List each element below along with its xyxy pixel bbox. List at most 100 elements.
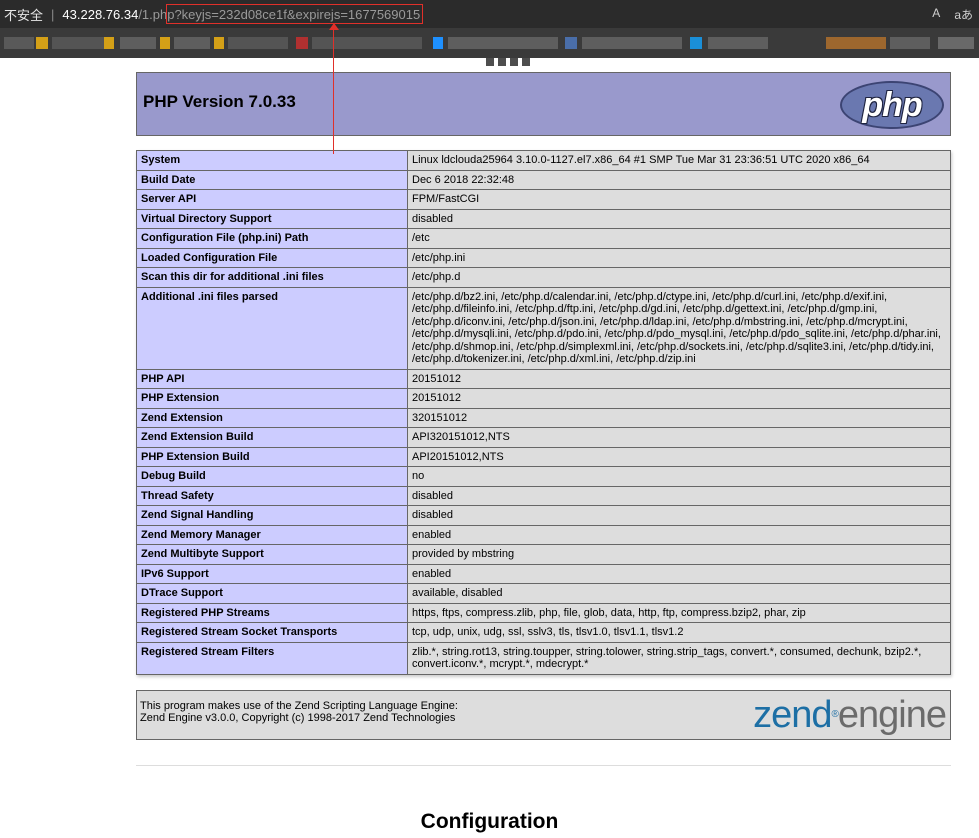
bookmarks-bar[interactable] — [0, 28, 979, 58]
insecure-label[interactable]: 不安全 — [0, 5, 43, 24]
phpinfo-container: PHP Version 7.0.33 php System Linux ldclo… — [136, 72, 951, 766]
info-row: Build Date Dec 6 2018 22:32:48 — [136, 169, 951, 190]
info-key: Registered Stream Socket Transports — [136, 622, 408, 643]
info-row: Configuration File (php.ini) Path/etc — [136, 228, 951, 249]
bookmark-item[interactable] — [228, 37, 288, 49]
info-key: PHP API — [136, 368, 408, 389]
highlight-rectangle — [166, 4, 423, 24]
info-row: PHP Extension Build API20151012,NTS — [136, 446, 951, 467]
bookmark-item[interactable] — [4, 37, 34, 49]
info-value: zlib.*, string.rot13, string.toupper, st… — [407, 641, 951, 675]
zend-engine-box: This program makes use of the Zend Scrip… — [136, 689, 951, 740]
font-toggle-icon[interactable]: aあ — [954, 6, 973, 23]
info-value: API20151012,NTS — [407, 446, 951, 467]
bookmark-icon[interactable] — [690, 37, 702, 49]
bookmark-item[interactable] — [52, 37, 112, 49]
bookmark-item[interactable] — [448, 37, 558, 49]
info-key: Configuration File (php.ini) Path — [136, 228, 408, 249]
info-value: /etc — [407, 228, 951, 249]
annotation-line — [333, 24, 334, 154]
info-row: Zend Signal Handling disabled — [136, 505, 951, 526]
info-row: Scan this dir for additional .ini files /… — [136, 267, 951, 288]
info-value: /etc/php.d/bz2.ini, /etc/php.d/calendar.… — [407, 286, 951, 370]
configuration-heading: Configuration — [420, 810, 559, 833]
info-value: FPM/FastCGI — [407, 189, 951, 210]
info-value: 320151012 — [407, 407, 951, 428]
info-value: enabled — [407, 524, 951, 545]
address-bar-actions: A aあ — [932, 6, 973, 23]
info-key: Server API — [136, 189, 408, 210]
info-key: Loaded Configuration File — [136, 247, 408, 268]
zend-info-line: This program makes use of the Zend Scrip… — [140, 699, 458, 712]
info-row: Zend Multibyte Support provided by mbstri… — [136, 544, 951, 565]
info-row: Server API FPM/FastCGI — [136, 189, 951, 210]
info-value: disabled — [407, 208, 951, 229]
info-key: Debug Build — [136, 466, 408, 487]
bookmark-item[interactable] — [708, 37, 768, 49]
info-value: enabled — [407, 563, 951, 584]
php-logo[interactable]: php — [840, 81, 944, 129]
bookmark-icon[interactable] — [565, 37, 577, 49]
info-row: PHP Extension 20151012 — [136, 388, 951, 409]
info-row: DTrace Support available, disabled — [136, 583, 951, 604]
url-host[interactable]: 43.228.76.34 — [62, 7, 138, 22]
info-row: PHP API 20151012 — [136, 368, 951, 389]
info-value: API320151012,NTS — [407, 427, 951, 448]
bookmark-folder-icon[interactable] — [104, 37, 114, 49]
info-row: Registered Stream Filters zlib.*, string.… — [136, 641, 951, 675]
info-value: no — [407, 466, 951, 487]
browser-address-bar[interactable]: 不安全 | 43.228.76.34/1.php?keyjs=232d08ce1… — [0, 0, 979, 28]
info-key: Registered PHP Streams — [136, 602, 408, 623]
bookmark-item[interactable] — [826, 37, 886, 49]
bookmark-item[interactable] — [938, 37, 974, 49]
zend-info-text: This program makes use of the Zend Scrip… — [140, 700, 458, 724]
info-value: disabled — [407, 505, 951, 526]
info-row: Zend Extension 320151012 — [136, 407, 951, 428]
info-value: 20151012 — [407, 368, 951, 389]
info-key: PHP Extension — [136, 388, 408, 409]
bookmark-item[interactable] — [296, 37, 308, 49]
info-key: PHP Extension Build — [136, 446, 408, 467]
info-row: Registered PHP Streams https, ftps, compr… — [136, 602, 951, 623]
info-value: /etc/php.d — [407, 267, 951, 288]
info-row: Registered Stream Socket Transports tcp, … — [136, 622, 951, 643]
info-key: DTrace Support — [136, 583, 408, 604]
info-key: Zend Multibyte Support — [136, 544, 408, 565]
info-key: IPv6 Support — [136, 563, 408, 584]
bookmark-item[interactable] — [890, 37, 930, 49]
bookmark-icon[interactable] — [433, 37, 443, 49]
info-key: Virtual Directory Support — [136, 208, 408, 229]
bookmark-folder-icon[interactable] — [36, 37, 48, 49]
bookmark-item[interactable] — [174, 37, 210, 49]
php-info-table: System Linux ldclouda25964 3.10.0-1127.el… — [136, 150, 951, 675]
info-value: tcp, udp, unix, udg, ssl, sslv3, tls, tl… — [407, 622, 951, 643]
bookmark-folder-icon[interactable] — [160, 37, 170, 49]
read-aloud-icon[interactable]: A — [932, 6, 940, 23]
info-row: Thread Safety disabled — [136, 485, 951, 506]
info-row: Additional .ini files parsed/etc/php.d/b… — [136, 286, 951, 370]
bookmark-item[interactable] — [120, 37, 156, 49]
bookmark-item[interactable] — [312, 37, 422, 49]
bookmark-item[interactable] — [582, 37, 682, 49]
info-key: Zend Signal Handling — [136, 505, 408, 526]
zend-info-line: Zend Engine v3.0.0, Copyright (c) 1998-2… — [140, 711, 456, 724]
info-value: disabled — [407, 485, 951, 506]
info-row: IPv6 Support enabled — [136, 563, 951, 584]
info-value: available, disabled — [407, 583, 951, 604]
php-logo-text: php — [862, 85, 922, 124]
info-row: Virtual Directory Support disabled — [136, 208, 951, 229]
info-key: Build Date — [136, 169, 408, 190]
bookmark-folder-icon[interactable] — [214, 37, 224, 49]
zend-engine-logo[interactable]: zend®engine — [753, 693, 947, 736]
info-row: Zend Extension Build API320151012,NTS — [136, 427, 951, 448]
info-value: 20151012 — [407, 388, 951, 409]
mosaic-redaction — [486, 58, 530, 66]
page-title: PHP Version 7.0.33 — [143, 92, 296, 111]
info-value: https, ftps, compress.zlib, php, file, g… — [407, 602, 951, 623]
info-row: System Linux ldclouda25964 3.10.0-1127.el… — [136, 150, 951, 171]
zend-logo-word: engine — [837, 693, 947, 736]
info-row: Loaded Configuration File/etc/php.ini — [136, 247, 951, 268]
php-version-header: PHP Version 7.0.33 php — [136, 72, 951, 136]
info-key: Zend Memory Manager — [136, 524, 408, 545]
info-key: Additional .ini files parsed — [136, 286, 408, 370]
